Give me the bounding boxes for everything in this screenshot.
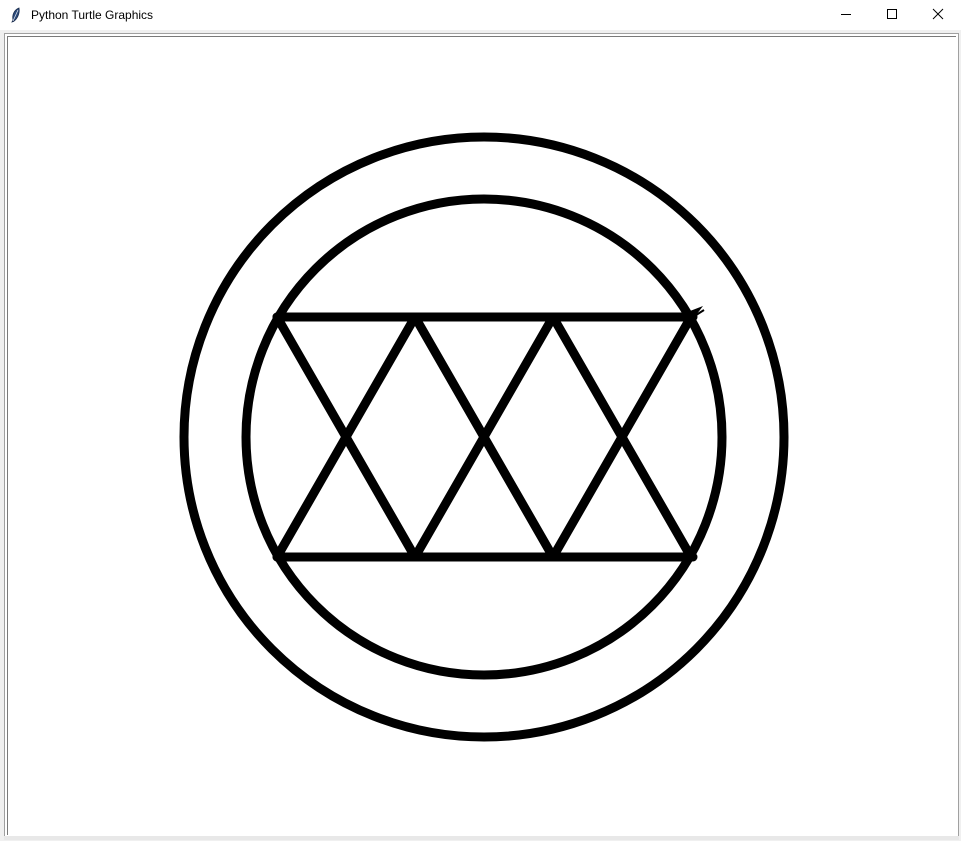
feather-icon — [10, 7, 22, 23]
close-icon — [932, 8, 944, 20]
canvas-bottom-edge — [4, 836, 959, 840]
turtle-canvas[interactable] — [7, 36, 956, 835]
maximize-icon — [887, 9, 897, 19]
close-button[interactable] — [915, 0, 961, 30]
title-bar[interactable]: Python Turtle Graphics — [0, 0, 961, 30]
turtle-canvas-frame — [4, 33, 959, 838]
window-title: Python Turtle Graphics — [31, 8, 154, 22]
maximize-button[interactable] — [869, 0, 915, 30]
minimize-button[interactable] — [823, 0, 869, 30]
turtle-window: Python Turtle Graphics — [0, 0, 961, 841]
minimize-icon — [841, 14, 851, 15]
